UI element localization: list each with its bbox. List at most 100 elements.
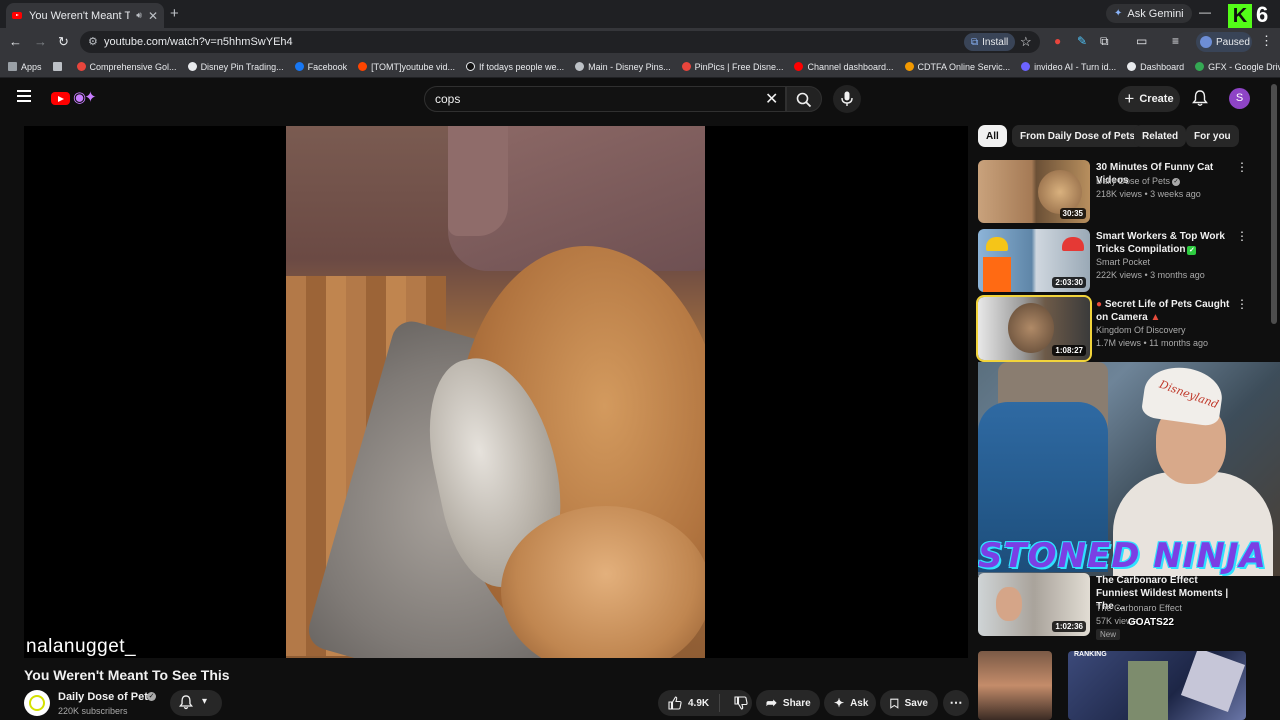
video-options-icon[interactable]: ⋮ xyxy=(1236,297,1248,311)
video-duration: 2:03:30 xyxy=(1052,277,1086,288)
browser-toolbar: ← → ↻ ⚙︎ youtube.com/watch?v=n5hhmSwYEh4… xyxy=(0,28,1280,56)
recommended-video[interactable]: 2:03:30 Smart Workers & Top Work Tricks … xyxy=(978,229,1278,293)
video-frame[interactable] xyxy=(286,126,705,658)
chip-for-you[interactable]: For you xyxy=(1186,125,1239,147)
bookmark-label: Facebook xyxy=(307,61,348,72)
channel-avatar[interactable] xyxy=(24,690,50,716)
profile-paused-button[interactable]: Paused xyxy=(1196,32,1252,52)
install-app-button[interactable]: ⧉ Install xyxy=(964,33,1016,51)
video-channel[interactable]: Kingdom Of Discovery xyxy=(1096,325,1186,335)
bookmark-star-icon[interactable]: ☆ xyxy=(1020,34,1032,50)
site-info-icon[interactable]: ⚙︎ xyxy=(88,35,98,48)
microphone-icon xyxy=(841,91,853,106)
video-thumbnail[interactable]: 1:08:27 xyxy=(976,295,1092,362)
bookmark-favicon-icon xyxy=(76,62,86,71)
apps-launcher-icon xyxy=(52,62,62,71)
video-channel[interactable]: The Carbonaro Effect xyxy=(1096,603,1182,613)
bookmark-item[interactable]: Dashboard xyxy=(1127,62,1184,72)
search-icon xyxy=(796,92,812,108)
extension-blue-icon[interactable]: ✎ xyxy=(1077,34,1087,48)
video-channel[interactable]: Daily Dose of Pets ✓ xyxy=(1096,176,1181,186)
video-channel[interactable]: Smart Pocket xyxy=(1096,257,1150,267)
bookmark-label: Comprehensive Gol... xyxy=(89,61,177,72)
bookmark-item[interactable]: Facebook xyxy=(294,61,348,72)
share-button[interactable]: ➦ Share xyxy=(756,690,820,716)
save-button[interactable]: Save xyxy=(880,690,938,716)
bookmark-item[interactable] xyxy=(52,62,66,71)
bookmark-item[interactable]: CDTFA Online Servic... xyxy=(904,62,1010,72)
video-thumbnail[interactable]: 2:03:30 xyxy=(978,229,1090,292)
browser-menu-icon[interactable]: ⋮ xyxy=(1260,33,1273,49)
browser-tab-active[interactable]: You Weren't Meant To See 🔊︎ ✕ xyxy=(6,3,164,28)
new-tab-button[interactable]: + xyxy=(170,5,179,22)
bookmark-item[interactable]: invideo AI - Turn id... xyxy=(1021,62,1116,72)
video-couch-arm xyxy=(448,126,508,236)
search-input[interactable] xyxy=(435,92,735,106)
bookmark-item[interactable]: Channel dashboard... xyxy=(794,62,894,72)
create-button[interactable]: + Create xyxy=(1118,86,1180,112)
bookmark-item[interactable]: Apps xyxy=(8,62,42,72)
video-title: You Weren't Meant To See This xyxy=(24,667,230,683)
chip-from-channel[interactable]: From Daily Dose of Pets xyxy=(1012,125,1144,147)
overlay-ranking-text: RANKING xyxy=(1074,651,1107,658)
search-button[interactable] xyxy=(786,86,822,112)
chip-all[interactable]: All xyxy=(978,125,1007,147)
like-button[interactable]: 4.9K xyxy=(668,694,721,712)
channel-name[interactable]: Daily Dose of Pets xyxy=(58,691,154,703)
new-badge: New xyxy=(1096,629,1121,640)
subscription-notifications-button[interactable]: ▾ xyxy=(170,690,222,716)
bookmark-item[interactable]: Disney Pin Trading... xyxy=(187,62,284,72)
video-options-icon[interactable]: ⋮ xyxy=(1236,160,1248,174)
extension-red-icon[interactable]: ● xyxy=(1054,34,1061,48)
ask-button[interactable]: ✦ Ask xyxy=(824,690,876,716)
video-options-icon[interactable]: ⋮ xyxy=(1236,229,1248,243)
clear-search-icon[interactable]: ✕ xyxy=(765,89,778,109)
video-thumbnail[interactable]: 30:35 xyxy=(978,160,1090,223)
thumbnail-hardhat-red xyxy=(1062,237,1084,251)
kick-logo: K xyxy=(1228,4,1252,28)
dislike-button[interactable] xyxy=(726,696,748,710)
video-player[interactable]: nalanugget_ xyxy=(24,126,968,658)
media-controls-icon[interactable]: ≡ xyxy=(1172,34,1179,48)
forward-arrow-icon[interactable]: → xyxy=(34,34,47,49)
account-avatar[interactable]: S xyxy=(1229,88,1250,109)
more-actions-button[interactable]: ⋯ xyxy=(943,690,969,716)
recommended-video[interactable]: 30:35 30 Minutes Of Funny Cat Videos Dai… xyxy=(978,160,1278,224)
video-title[interactable]: Smart Workers & Top Work Tricks Compilat… xyxy=(1096,230,1236,256)
url-text[interactable]: youtube.com/watch?v=n5hhmSwYEh4 xyxy=(104,36,293,48)
recommended-video[interactable]: 1:08:27 ● Secret Life of Pets Caught on … xyxy=(976,295,1278,362)
youtube-doodle-icon[interactable]: ◉✦ xyxy=(73,88,97,106)
speaker-icon[interactable]: 🔊︎ xyxy=(136,10,142,21)
streamer-webcam-overlay: Disneyland STONED NINJA xyxy=(978,362,1280,576)
bookmark-item[interactable]: Main - Disney Pins... xyxy=(575,62,671,72)
close-tab-icon[interactable]: ✕ xyxy=(148,9,158,23)
video-watermark: nalanugget_ xyxy=(26,636,137,657)
bookmark-item[interactable]: If todays people we... xyxy=(466,62,564,72)
voice-search-button[interactable] xyxy=(833,85,861,113)
address-bar[interactable]: ⚙︎ youtube.com/watch?v=n5hhmSwYEh4 ⧉ Ins… xyxy=(80,31,1040,53)
minimize-window-button[interactable]: — xyxy=(1199,5,1211,19)
youtube-logo[interactable] xyxy=(51,92,70,105)
hamburger-menu-icon[interactable] xyxy=(17,90,31,102)
chip-related[interactable]: Related xyxy=(1134,125,1187,147)
overlay-graphic xyxy=(1068,651,1246,720)
video-thumbnail[interactable] xyxy=(978,651,1052,720)
page-scrollbar[interactable] xyxy=(1271,84,1277,324)
bookmark-item[interactable]: PinPics | Free Disne... xyxy=(681,62,783,72)
notifications-bell-icon[interactable] xyxy=(1192,90,1208,107)
ask-gemini-button[interactable]: ✦ Ask Gemini xyxy=(1106,4,1192,23)
tab-search-icon[interactable]: ▭ xyxy=(1136,34,1147,48)
browser-tab-strip: You Weren't Meant To See 🔊︎ ✕ + ✦ Ask Ge… xyxy=(0,0,1280,28)
thumbnail-vest xyxy=(983,257,1011,292)
extensions-puzzle-icon[interactable]: ⧉ xyxy=(1100,34,1109,49)
bookmark-item[interactable]: [TOMT]youtube vid... xyxy=(358,62,455,72)
back-arrow-icon[interactable]: ← xyxy=(9,34,22,49)
reload-icon[interactable]: ↻ xyxy=(58,34,69,50)
video-title[interactable]: ● Secret Life of Pets Caught on Camera ▲ xyxy=(1096,298,1236,324)
bookmark-item[interactable]: GFX - Google Drive xyxy=(1195,62,1280,72)
title-text: Secret Life of Pets Caught on Camera xyxy=(1096,299,1230,323)
video-thumbnail[interactable]: 1:02:36 xyxy=(978,573,1090,636)
search-box[interactable]: ✕ xyxy=(424,86,786,112)
bookmark-item[interactable]: Comprehensive Gol... xyxy=(76,61,177,72)
youtube-favicon-icon xyxy=(794,62,804,71)
